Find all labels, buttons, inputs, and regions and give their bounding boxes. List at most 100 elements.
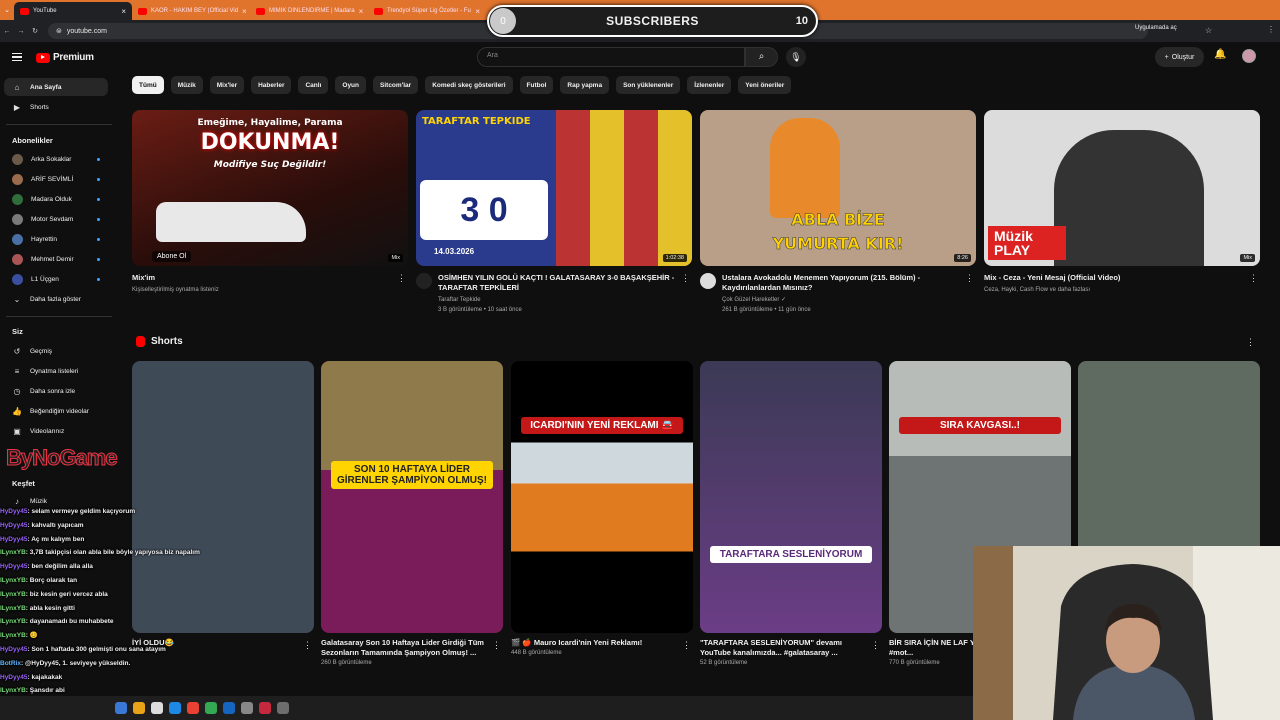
hamburger-menu-icon[interactable] xyxy=(12,53,22,61)
sidebar-item[interactable]: ↺ Geçmiş xyxy=(4,342,108,360)
filter-chip[interactable]: Komedi skeç gösterileri xyxy=(425,76,513,94)
video-card[interactable]: Müzik PLAY Mix Mix - Ceza - Yeni Mesaj (Of… xyxy=(984,110,1260,295)
youtube-logo[interactable]: Premium xyxy=(36,52,94,63)
sidebar-item[interactable]: ⌄ Daha fazla göster xyxy=(4,290,108,308)
create-button[interactable]: + Oluştur xyxy=(1155,47,1204,67)
video-card[interactable]: ABLA BİZE YUMURTA KIR! 8:26 Ustalara Avokad… xyxy=(700,110,976,315)
short-card[interactable]: ICARDI'NIN YENİ REKLAMI 🚘 🎬 🍎 Mauro Icard… xyxy=(511,361,693,656)
sidebar-item[interactable]: L1 Üçgen xyxy=(4,270,108,288)
video-thumbnail[interactable]: Emeğime, Hayalime, Parama DOKUNMA! Modifiy… xyxy=(132,110,408,266)
video-thumbnail[interactable]: TARAFTAR TEPKIDE 3 0 14.03.2026 1:02:38 xyxy=(416,110,692,266)
more-options-icon[interactable]: ⋮ xyxy=(681,273,690,284)
close-tab-icon[interactable]: × xyxy=(121,7,126,16)
browser-tab[interactable]: KAOR - HAKIM BEY (Official Vid × xyxy=(132,2,250,20)
sidebar-item[interactable]: Madara Olduk xyxy=(4,190,108,208)
taskbar-app-icon[interactable] xyxy=(241,702,253,714)
sidebar-item[interactable]: ARİF SEVİMLİ xyxy=(4,170,108,188)
more-options-icon[interactable]: ⋮ xyxy=(397,273,406,284)
filter-chip[interactable]: Mix'ler xyxy=(209,76,245,94)
taskbar-app-icon[interactable] xyxy=(115,702,127,714)
video-title[interactable]: Mix - Ceza - Yeni Mesaj (Official Video) xyxy=(984,273,1229,283)
browser-tab[interactable]: MIMIK DINLENDIRME | Madara × xyxy=(250,2,368,20)
account-avatar[interactable] xyxy=(1242,49,1256,63)
browser-tab[interactable]: Trendyol Süper Lig Özetler - Fu × xyxy=(368,2,486,20)
site-info-icon[interactable]: ⊜ xyxy=(56,27,62,35)
video-card[interactable]: TARAFTAR TEPKIDE 3 0 14.03.2026 1:02:38 OSİM… xyxy=(416,110,692,315)
video-thumbnail[interactable]: Müzik PLAY Mix xyxy=(984,110,1260,266)
taskbar-app-icon[interactable] xyxy=(277,702,289,714)
filter-chip[interactable]: Yeni öneriler xyxy=(738,76,792,94)
filter-chip[interactable]: Haberler xyxy=(251,76,292,94)
sidebar-item[interactable]: Arka Sokaklar xyxy=(4,150,108,168)
close-tab-icon[interactable]: × xyxy=(242,7,247,16)
more-options-icon[interactable]: ⋮ xyxy=(871,640,880,651)
taskbar-app-icon[interactable] xyxy=(205,702,217,714)
channel-name[interactable]: Taraftar Tepkide xyxy=(438,295,683,305)
open-in-app-button[interactable]: Uygulamada aç xyxy=(1135,25,1177,31)
sidebar-item[interactable]: Hayrettin xyxy=(4,230,108,248)
more-options-icon[interactable]: ⋮ xyxy=(492,640,501,651)
more-options-icon[interactable]: ⋮ xyxy=(303,640,312,651)
search-icon[interactable]: ⌕ xyxy=(745,47,778,67)
more-options-icon[interactable]: ⋮ xyxy=(1249,273,1258,284)
video-title[interactable]: OSİMHEN YILIN GOLÜ KAÇTI ! GALATASARAY 3… xyxy=(438,273,683,293)
reload-icon[interactable]: ↻ xyxy=(28,27,42,35)
taskbar-app-icon[interactable] xyxy=(169,702,181,714)
short-thumbnail[interactable]: SON 10 HAFTAYA LİDER GİRENLER ŞAMPİYON O… xyxy=(321,361,503,633)
more-options-icon[interactable]: ⋮ xyxy=(682,640,691,651)
filter-chip[interactable]: Müzik xyxy=(170,76,203,94)
filter-chip[interactable]: Rap yapma xyxy=(560,76,610,94)
subscriptions-heading[interactable]: Abonelikler xyxy=(12,136,53,145)
sidebar-item[interactable]: 👍 Beğendiğim videolar xyxy=(4,402,108,420)
shorts-more-icon[interactable]: ⋮ xyxy=(1246,337,1255,348)
video-card[interactable]: Emeğime, Hayalime, Parama DOKUNMA! Modifiy… xyxy=(132,110,408,295)
short-title[interactable]: 🎬 🍎 Mauro Icardi'nin Yeni Reklamı! xyxy=(511,638,681,648)
video-title[interactable]: Mix'im xyxy=(132,273,377,283)
channel-name[interactable]: Ceza, Hayki, Cash Flow ve daha fazlası xyxy=(984,285,1229,295)
short-card[interactable]: SON 10 HAFTAYA LİDER GİRENLER ŞAMPİYON O… xyxy=(321,361,503,666)
taskbar-app-icon[interactable] xyxy=(223,702,235,714)
taskbar-app-icon[interactable] xyxy=(259,702,271,714)
filter-chip[interactable]: Canlı xyxy=(298,76,329,94)
short-title[interactable]: "TARAFTARA SESLENİYORUM" devamı YouTube … xyxy=(700,638,870,658)
channel-avatar[interactable] xyxy=(700,273,716,289)
back-icon[interactable]: ← xyxy=(0,28,14,35)
sidebar-item[interactable]: ▣ Videolarınız xyxy=(4,422,108,440)
forward-icon[interactable]: → xyxy=(14,28,28,35)
taskbar-app-icon[interactable] xyxy=(133,702,145,714)
filter-chip[interactable]: Tümü xyxy=(132,76,164,94)
filter-chip[interactable]: Oyun xyxy=(335,76,367,94)
short-thumbnail[interactable]: ICARDI'NIN YENİ REKLAMI 🚘 xyxy=(511,361,693,633)
close-tab-icon[interactable]: × xyxy=(475,7,480,16)
tab-menu-icon[interactable]: ⌄ xyxy=(0,6,14,14)
sidebar-item[interactable]: Mehmet Demir xyxy=(4,250,108,268)
video-title[interactable]: Ustalara Avokadolu Menemen Yapıyorum (21… xyxy=(722,273,967,293)
taskbar-app-icon[interactable] xyxy=(187,702,199,714)
microphone-icon[interactable]: 🎙 xyxy=(786,47,806,67)
sidebar-item[interactable]: ≡ Oynatma listeleri xyxy=(4,362,108,380)
sidebar-item[interactable]: ▶ Shorts xyxy=(4,98,108,116)
short-title[interactable]: Galatasaray Son 10 Haftaya Lider Girdiği… xyxy=(321,638,491,658)
channel-avatar[interactable] xyxy=(416,273,432,289)
filter-chip[interactable]: Futbol xyxy=(519,76,554,94)
search-input[interactable]: Ara xyxy=(477,47,745,67)
channel-name[interactable]: Kişiselleştirilmiş oynatma listeniz xyxy=(132,285,377,295)
taskbar-app-icon[interactable] xyxy=(151,702,163,714)
filter-chip[interactable]: Son yüklenenler xyxy=(616,76,681,94)
bookmark-star-icon[interactable]: ☆ xyxy=(1205,26,1212,35)
you-heading[interactable]: Siz xyxy=(12,327,23,336)
sidebar-item[interactable]: Motor Sevdam xyxy=(4,210,108,228)
filter-chip[interactable]: Sitcom'lar xyxy=(373,76,419,94)
sidebar-item[interactable]: ◷ Daha sonra izle xyxy=(4,382,108,400)
short-card[interactable]: TARAFTARA SESLENİYORUM "TARAFTARA SESLENİ… xyxy=(700,361,882,666)
sidebar-item[interactable]: ⌂ Ana Sayfa xyxy=(4,78,108,96)
channel-name[interactable]: Çok Güzel Hareketler ✓ xyxy=(722,295,967,305)
browser-menu-icon[interactable]: ⋮ xyxy=(1267,25,1275,34)
video-thumbnail[interactable]: ABLA BİZE YUMURTA KIR! 8:26 xyxy=(700,110,976,266)
more-options-icon[interactable]: ⋮ xyxy=(965,273,974,284)
short-thumbnail[interactable]: TARAFTARA SESLENİYORUM xyxy=(700,361,882,633)
notifications-bell-icon[interactable]: 🔔 xyxy=(1214,49,1226,60)
browser-tab[interactable]: YouTube × xyxy=(14,2,132,20)
filter-chip[interactable]: İzlenenler xyxy=(687,76,732,94)
close-tab-icon[interactable]: × xyxy=(359,7,364,16)
